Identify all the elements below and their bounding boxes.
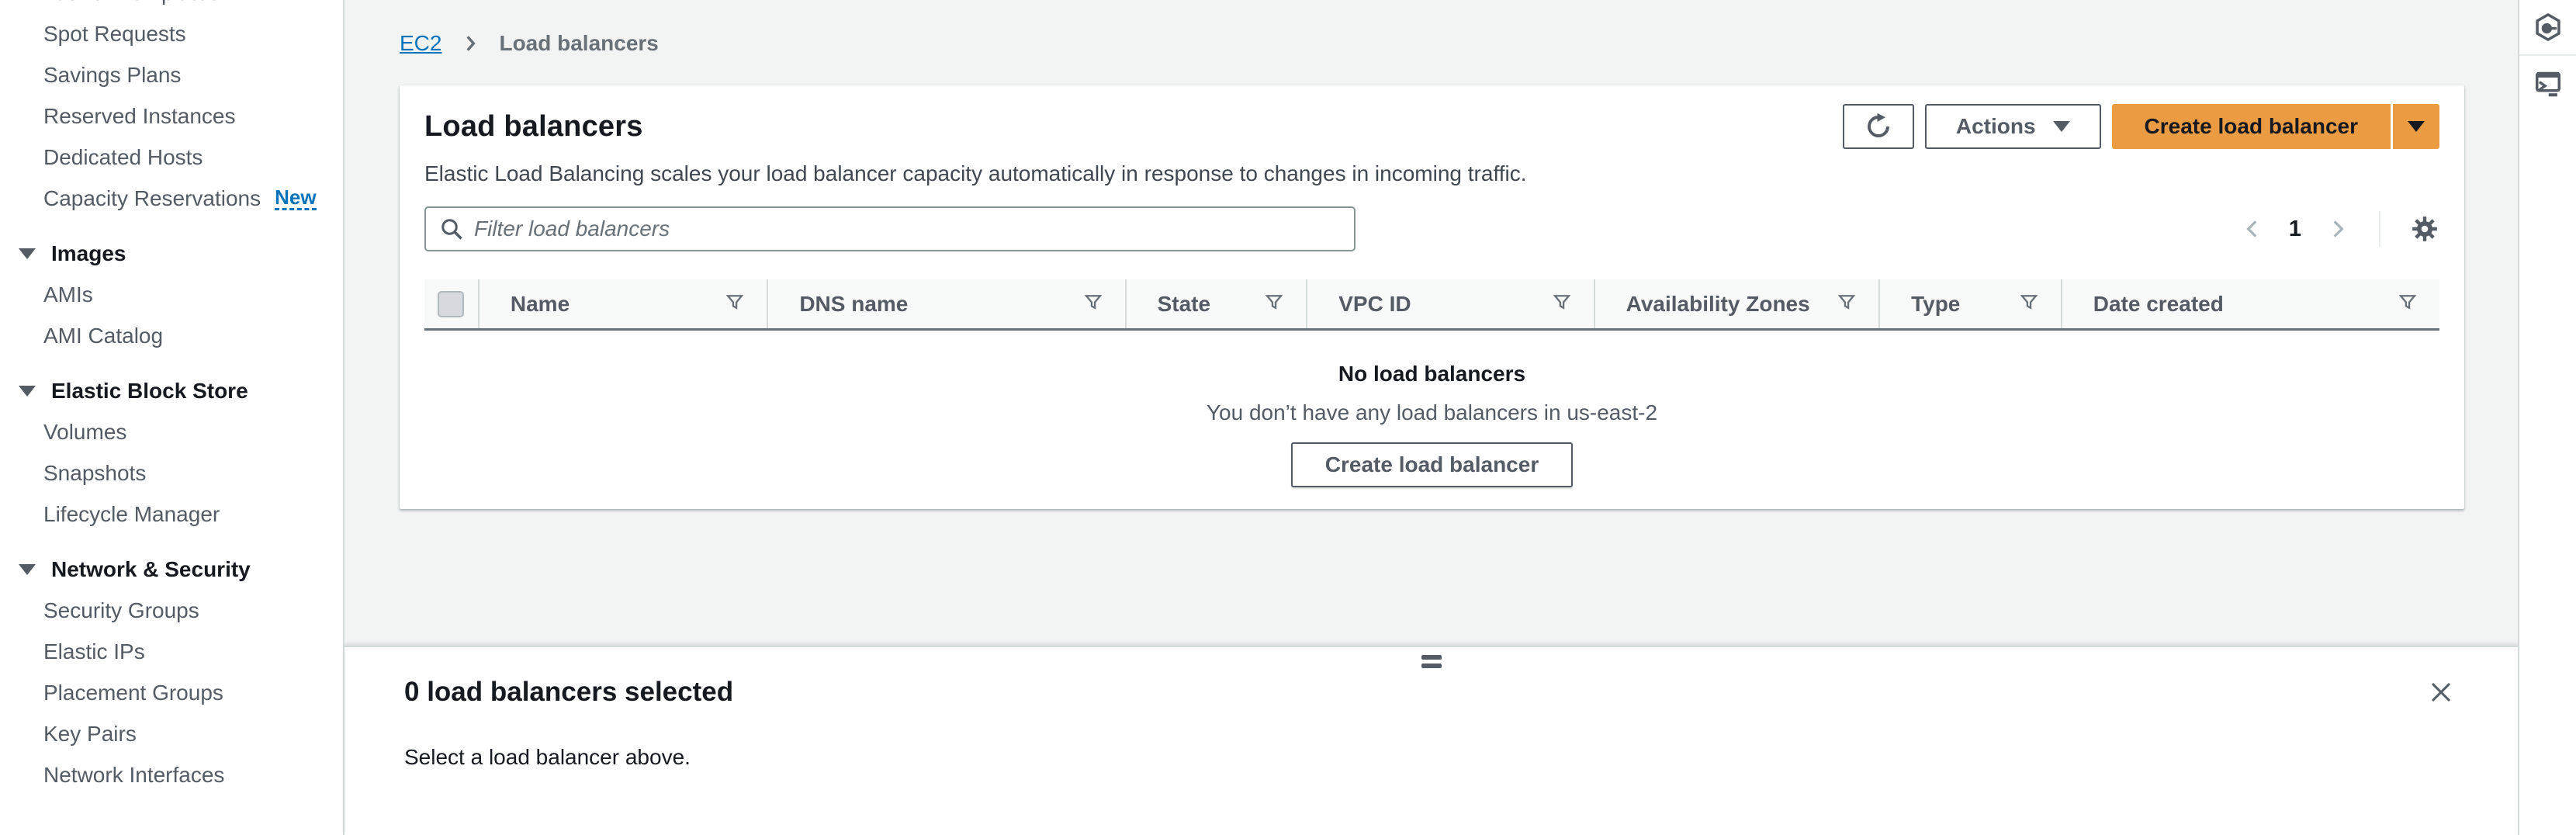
- table-header-name: Name: [478, 279, 767, 328]
- empty-state-title: No load balancers: [400, 362, 2464, 386]
- chevron-left-icon: [2241, 217, 2264, 241]
- cloudshell-rail-button[interactable]: [2519, 56, 2576, 112]
- table-header-dns-name: DNS name: [767, 279, 1124, 328]
- sidebar-item-security-groups[interactable]: Security Groups: [0, 590, 343, 631]
- filter-input[interactable]: [474, 217, 1340, 241]
- chevron-down-icon: [19, 564, 36, 575]
- gear-icon: [2410, 214, 2439, 244]
- sidebar-item-snapshots[interactable]: Snapshots: [0, 452, 343, 494]
- divider: [2379, 211, 2380, 247]
- sidebar-item-dedicated-hosts[interactable]: Dedicated Hosts: [0, 137, 343, 178]
- chevron-down-icon: [2053, 121, 2070, 132]
- empty-state: No load balancers You don’t have any loa…: [400, 362, 2464, 487]
- filter-funnel-icon[interactable]: [1265, 293, 1283, 314]
- sidebar-item-placement-groups[interactable]: Placement Groups: [0, 672, 343, 713]
- sidebar-section-network-security[interactable]: Network & Security: [0, 549, 343, 590]
- page-title: Load balancers: [424, 110, 643, 144]
- ec2-console: Launch Templates Spot Requests Savings P…: [0, 0, 2576, 835]
- right-toolbar: [2518, 0, 2576, 835]
- sidebar-item-key-pairs[interactable]: Key Pairs: [0, 713, 343, 754]
- breadcrumb: EC2 Load balancers: [400, 31, 659, 56]
- sidebar-section-elastic-block-store[interactable]: Elastic Block Store: [0, 370, 343, 411]
- table-header-state: State: [1125, 279, 1307, 328]
- sidebar-item-ami-catalog[interactable]: AMI Catalog: [0, 315, 343, 356]
- refresh-icon: [1864, 113, 1892, 140]
- select-all-checkbox[interactable]: [438, 291, 464, 317]
- create-load-balancer-button[interactable]: Create load balancer: [2112, 104, 2391, 149]
- sidebar: Launch Templates Spot Requests Savings P…: [0, 0, 345, 835]
- breadcrumb-current: Load balancers: [499, 31, 658, 56]
- filter-box: [424, 206, 1356, 251]
- sidebar-item-reserved-instances[interactable]: Reserved Instances: [0, 95, 343, 137]
- filter-funnel-icon[interactable]: [1838, 293, 1855, 314]
- assistant-rail-button[interactable]: [2519, 0, 2576, 56]
- table-header-type: Type: [1878, 279, 2061, 328]
- sidebar-item-amis[interactable]: AMIs: [0, 274, 343, 315]
- filter-funnel-icon[interactable]: [2020, 293, 2038, 314]
- empty-create-load-balancer-button[interactable]: Create load balancer: [1291, 442, 1573, 487]
- sidebar-item-lifecycle-manager[interactable]: Lifecycle Manager: [0, 494, 343, 535]
- empty-state-message: You don’t have any load balancers in us-…: [400, 400, 2464, 425]
- sidebar-item-network-interfaces[interactable]: Network Interfaces: [0, 754, 343, 795]
- close-panel-button[interactable]: [2428, 679, 2454, 705]
- filter-funnel-icon[interactable]: [1085, 293, 1102, 314]
- actions-button[interactable]: Actions: [1925, 104, 2101, 149]
- previous-page-button[interactable]: [2241, 217, 2264, 241]
- table-header-date-created: Date created: [2061, 279, 2439, 328]
- sidebar-item-elastic-ips[interactable]: Elastic IPs: [0, 631, 343, 672]
- search-icon: [440, 217, 463, 241]
- filter-funnel-icon[interactable]: [2399, 293, 2416, 314]
- panel-resize-handle[interactable]: [1421, 655, 1442, 668]
- selection-count-title: 0 load balancers selected: [404, 677, 733, 708]
- close-icon: [2428, 679, 2454, 705]
- page-number[interactable]: 1: [2289, 217, 2301, 242]
- table-header-availability-zones: Availability Zones: [1594, 279, 1878, 328]
- sidebar-item-volumes[interactable]: Volumes: [0, 411, 343, 452]
- hexagon-icon: [2533, 12, 2563, 42]
- chevron-down-icon: [2408, 121, 2425, 132]
- sidebar-item-savings-plans[interactable]: Savings Plans: [0, 54, 343, 95]
- sidebar-item-capacity-reservations[interactable]: Capacity Reservations New: [0, 178, 343, 219]
- filter-funnel-icon[interactable]: [726, 293, 743, 314]
- table-header-checkbox-cell: [424, 279, 478, 328]
- new-badge[interactable]: New: [275, 187, 316, 210]
- breadcrumb-chevron-icon: [460, 33, 480, 54]
- chevron-down-icon: [19, 386, 36, 397]
- filter-funnel-icon[interactable]: [1553, 293, 1570, 314]
- refresh-button[interactable]: [1843, 104, 1914, 149]
- sidebar-item-spot-requests[interactable]: Spot Requests: [0, 13, 343, 54]
- sidebar-item-clipped[interactable]: Launch Templates: [0, 0, 343, 13]
- table-header-row: Name DNS name State: [424, 279, 2439, 331]
- create-load-balancer-dropdown[interactable]: [2393, 104, 2439, 149]
- pagination: 1: [2241, 211, 2439, 247]
- selection-hint-text: Select a load balancer above.: [345, 708, 2518, 770]
- breadcrumb-ec2-link[interactable]: EC2: [400, 31, 441, 56]
- page-description: Elastic Load Balancing scales your load …: [400, 149, 2464, 186]
- next-page-button[interactable]: [2326, 217, 2349, 241]
- chevron-down-icon: [19, 248, 36, 259]
- cloudshell-icon: [2533, 69, 2563, 99]
- create-load-balancer-split-button: Create load balancer: [2112, 104, 2439, 149]
- chevron-right-icon: [2326, 217, 2349, 241]
- table-settings-button[interactable]: [2410, 214, 2439, 244]
- selection-details-panel: 0 load balancers selected Select a load …: [345, 646, 2518, 835]
- table-header-vpc-id: VPC ID: [1306, 279, 1593, 328]
- load-balancers-card: Load balancers Actions Create load balan…: [400, 85, 2464, 509]
- sidebar-section-images[interactable]: Images: [0, 233, 343, 274]
